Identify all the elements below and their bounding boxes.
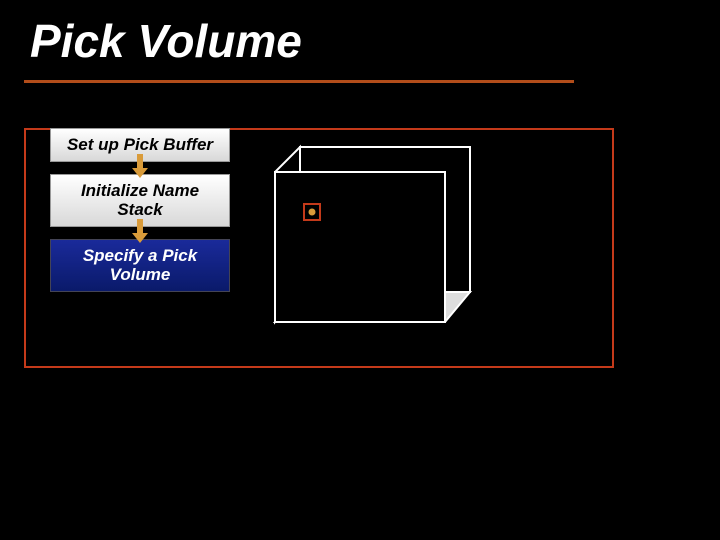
slide-title: Pick Volume (30, 14, 302, 68)
code-line-1: glu.Pick.Matrix( x, y, 5. 0, 5. 0, (284, 395, 604, 422)
step-label: Set up Pick Buffer (67, 135, 213, 154)
code-line-2: viewport ); (284, 426, 395, 453)
slide: Pick Volume Set up Pick Buffer Initializ… (0, 0, 720, 540)
steps-column: Set up Pick Buffer Initialize Name Stack… (30, 128, 250, 292)
code-snippet: glu.Pick.Matrix( x, y, 5. 0, 5. 0, viewp… (284, 394, 664, 455)
title-underline (24, 80, 574, 83)
step-specify-pick-volume: Specify a Pick Volume (50, 239, 230, 292)
pick-volume-illustration (270, 142, 480, 332)
step-label-line2: Volume (110, 265, 171, 284)
step-label-line1: Initialize Name (81, 181, 199, 200)
step-label-line2: Stack (117, 200, 162, 219)
step-label-line1: Specify a Pick (83, 246, 197, 265)
